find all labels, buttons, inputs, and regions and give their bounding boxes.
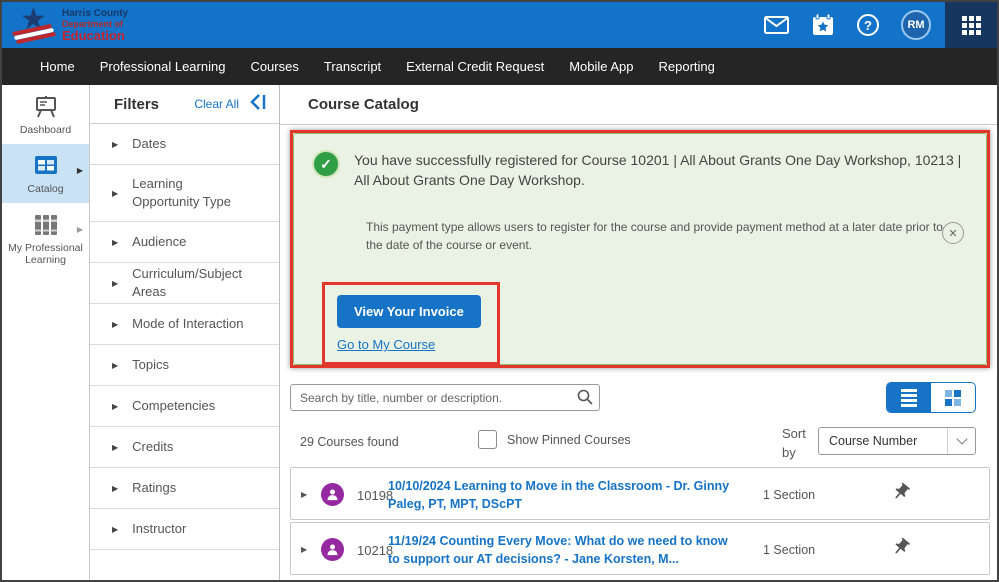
app-window: ★ Harris County Department of Education [0, 0, 999, 582]
chevron-down-icon [947, 428, 975, 454]
nav-item-home[interactable]: Home [40, 59, 75, 74]
grid-view-icon [945, 390, 961, 406]
sort-by-label: Sort by [782, 425, 814, 463]
expand-caret-icon: ▶ [112, 279, 118, 288]
sidebar-item-dashboard[interactable]: Dashboard [2, 85, 89, 144]
filter-curriculum-subject-areas[interactable]: ▶ Curriculum/Subject Areas [90, 263, 279, 304]
books-icon [6, 212, 85, 238]
expand-caret-icon: ▶ [112, 189, 118, 198]
dashboard-icon [6, 94, 85, 120]
list-view-button[interactable] [887, 383, 931, 412]
apps-grid-icon[interactable] [945, 2, 997, 48]
course-sections: 1 Section [763, 543, 815, 557]
registration-success-banner: ✓ You have successfully registered for C… [290, 130, 990, 368]
results-bar: 29 Courses found Show Pinned Courses Sor… [290, 425, 990, 459]
search-icon [577, 389, 593, 410]
expand-course-caret[interactable]: ▶ [301, 490, 307, 499]
filter-credits[interactable]: ▶ Credits [90, 427, 279, 468]
main-content: Course Catalog ✓ You have successfully r… [280, 85, 999, 582]
course-title-link[interactable]: 11/19/24 Counting Every Move: What do we… [388, 533, 738, 568]
collapse-panel-icon[interactable] [249, 93, 267, 116]
logo-star-icon: ★ [16, 6, 60, 44]
filter-mode-of-interaction[interactable]: ▶ Mode of Interaction [90, 304, 279, 345]
calendar-star-icon[interactable] [811, 13, 835, 37]
expand-caret-icon: ▶ [112, 402, 118, 411]
filters-header: Filters Clear All [90, 85, 279, 124]
filters-panel: Filters Clear All ▶ Dates ▶ Learning Opp… [90, 85, 280, 582]
expand-caret-icon: ▶ [112, 484, 118, 493]
filter-ratings[interactable]: ▶ Ratings [90, 468, 279, 509]
logo-text: Harris County Department of Education [62, 9, 128, 43]
course-row[interactable]: ▶ 10198 10/10/2024 Learning to Move in t… [290, 467, 990, 520]
filters-title: Filters [114, 96, 194, 113]
catalog-flyout-caret: ▶ [77, 166, 83, 175]
mail-icon[interactable] [764, 16, 789, 34]
sort-dropdown[interactable]: Course Number [818, 427, 976, 455]
mpl-flyout-caret: ▶ [77, 225, 83, 234]
filter-competencies[interactable]: ▶ Competencies [90, 386, 279, 427]
expand-caret-icon: ▶ [112, 525, 118, 534]
close-banner-icon[interactable]: ✕ [942, 222, 964, 244]
instructor-led-course-icon [321, 483, 344, 506]
go-to-my-course-link[interactable]: Go to My Course [337, 337, 481, 352]
nav-item-professional-learning[interactable]: Professional Learning [100, 59, 226, 74]
nav-item-mobile-app[interactable]: Mobile App [569, 59, 633, 74]
filter-topics[interactable]: ▶ Topics [90, 345, 279, 386]
clear-all-link[interactable]: Clear All [194, 97, 239, 111]
course-sections: 1 Section [763, 488, 815, 502]
sidebar-item-catalog[interactable]: ▶ Catalog [2, 144, 89, 203]
primary-nav: Home Professional Learning Courses Trans… [2, 48, 997, 85]
logo-line3: Education [62, 29, 128, 43]
filter-audience[interactable]: ▶ Audience [90, 222, 279, 263]
course-title-link[interactable]: 10/10/2024 Learning to Move in the Class… [388, 478, 738, 513]
user-avatar[interactable]: RM [901, 10, 931, 40]
instructor-led-course-icon [321, 538, 344, 561]
filter-dates[interactable]: ▶ Dates [90, 124, 279, 165]
view-toggle [886, 382, 976, 413]
nav-item-reporting[interactable]: Reporting [659, 59, 715, 74]
help-icon[interactable]: ? [857, 14, 879, 36]
pin-icon[interactable] [891, 482, 911, 507]
page-header: Course Catalog [280, 85, 999, 125]
banner-cta-box: View Your Invoice Go to My Course [322, 282, 500, 365]
nav-item-transcript[interactable]: Transcript [324, 59, 381, 74]
expand-caret-icon: ▶ [112, 443, 118, 452]
sidebar-item-label: Catalog [6, 183, 85, 195]
list-view-icon [901, 389, 917, 407]
header-icon-group: ? RM [764, 2, 931, 48]
left-sidebar: Dashboard ▶ Catalog ▶ My Professional Le… [2, 85, 90, 582]
page-title: Course Catalog [308, 96, 419, 113]
success-message: You have successfully registered for Cou… [354, 150, 968, 191]
search-row [290, 384, 990, 414]
expand-caret-icon: ▶ [112, 361, 118, 370]
sidebar-item-label: Dashboard [6, 124, 85, 136]
expand-caret-icon: ▶ [112, 320, 118, 329]
show-pinned-label: Show Pinned Courses [507, 433, 631, 447]
filter-instructor[interactable]: ▶ Instructor [90, 509, 279, 550]
view-invoice-button[interactable]: View Your Invoice [337, 295, 481, 328]
payment-note: This payment type allows users to regist… [366, 218, 951, 254]
course-row[interactable]: ▶ 10218 11/19/24 Counting Every Move: Wh… [290, 522, 990, 575]
expand-caret-icon: ▶ [112, 140, 118, 149]
expand-course-caret[interactable]: ▶ [301, 545, 307, 554]
catalog-icon [6, 153, 85, 179]
top-header-bar: ★ Harris County Department of Education [2, 2, 997, 48]
org-logo[interactable]: ★ Harris County Department of Education [16, 6, 128, 44]
courses-found-count: 29 Courses found [300, 435, 399, 449]
sidebar-item-my-professional-learning[interactable]: ▶ My Professional Learning [2, 203, 89, 274]
pin-icon[interactable] [891, 537, 911, 562]
nav-item-courses[interactable]: Courses [250, 59, 298, 74]
nav-item-external-credit-request[interactable]: External Credit Request [406, 59, 544, 74]
success-check-icon: ✓ [314, 152, 338, 176]
sort-dropdown-value: Course Number [819, 434, 947, 448]
grid-view-button[interactable] [931, 383, 975, 412]
expand-caret-icon: ▶ [112, 238, 118, 247]
sidebar-item-label: My Professional Learning [6, 242, 85, 266]
filter-learning-opportunity-type[interactable]: ▶ Learning Opportunity Type [90, 165, 279, 222]
search-input[interactable] [290, 384, 600, 411]
show-pinned-checkbox[interactable] [478, 430, 497, 449]
